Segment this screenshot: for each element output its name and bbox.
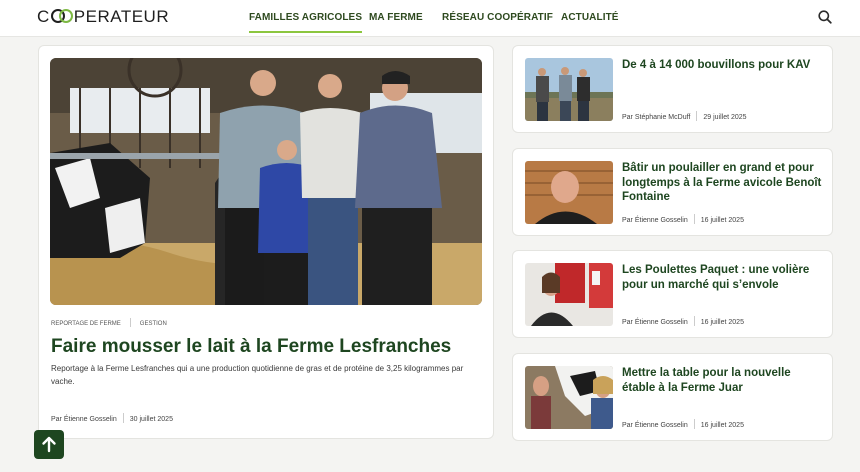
logo-rings-icon	[50, 9, 73, 23]
article-date: 16 juillet 2025	[700, 422, 744, 429]
article-author: Par Étienne Gosselin	[51, 416, 117, 423]
article-card[interactable]: Mettre la table pour la nouvelle étable …	[512, 353, 833, 441]
article-date: 29 juillet 2025	[703, 114, 747, 121]
site-logo[interactable]: C PERATEUR	[37, 7, 169, 27]
featured-article-title[interactable]: Faire mousser le lait à la Ferme Lesfran…	[51, 336, 451, 358]
article-meta: Par Étienne Gosselin 16 juillet 2025	[622, 214, 744, 224]
top-navigation-bar: C PERATEUR FAMILLES AGRICOLES MA FERME RÉ…	[0, 0, 860, 37]
article-meta: Par Étienne Gosselin 16 juillet 2025	[622, 419, 744, 429]
article-author: Par Étienne Gosselin	[622, 422, 688, 429]
article-author: Par Stéphanie McDuff	[622, 114, 691, 121]
article-date: 16 juillet 2025	[700, 319, 744, 326]
tag-gestion[interactable]: GESTION	[140, 321, 167, 327]
search-button[interactable]	[817, 9, 833, 25]
article-card[interactable]: De 4 à 14 000 bouvillons pour KAV Par St…	[512, 45, 833, 133]
logo-text-end: PERATEUR	[73, 7, 170, 26]
article-date: 30 juillet 2025	[129, 416, 173, 423]
featured-article-description: Reportage à la Ferme Lesfranches qui a u…	[51, 364, 464, 386]
scroll-to-top-button[interactable]	[34, 430, 64, 459]
featured-article-card[interactable]: REPORTAGE DE FERME GESTION Faire mousser …	[38, 45, 494, 439]
nav-familles-agricoles[interactable]: FAMILLES AGRICOLES	[249, 12, 363, 33]
article-thumbnail[interactable]	[525, 58, 613, 121]
article-thumbnail[interactable]	[525, 161, 613, 224]
search-icon	[818, 10, 832, 24]
tag-reportage-de-ferme[interactable]: REPORTAGE DE FERME	[51, 321, 121, 327]
article-meta: Par Stéphanie McDuff 29 juillet 2025	[622, 111, 747, 121]
featured-article-tags: REPORTAGE DE FERME GESTION	[51, 318, 167, 327]
article-title[interactable]: De 4 à 14 000 bouvillons pour KAV	[622, 58, 822, 73]
featured-article-meta: Par Étienne Gosselin 30 juillet 2025	[51, 413, 173, 423]
article-thumbnail[interactable]	[525, 263, 613, 326]
nav-ma-ferme[interactable]: MA FERME	[369, 12, 423, 23]
arrow-up-icon	[42, 436, 56, 453]
article-author: Par Étienne Gosselin	[622, 217, 688, 224]
article-title[interactable]: Les Poulettes Paquet : une volière pour …	[622, 263, 822, 292]
article-card[interactable]: Bâtir un poulailler en grand et pour lon…	[512, 148, 833, 236]
article-card[interactable]: Les Poulettes Paquet : une volière pour …	[512, 250, 833, 338]
nav-reseau-cooperatif[interactable]: RÉSEAU COOPÉRATIF	[442, 12, 553, 23]
featured-article-image[interactable]	[50, 58, 482, 305]
article-title[interactable]: Mettre la table pour la nouvelle étable …	[622, 366, 822, 395]
article-title[interactable]: Bâtir un poulailler en grand et pour lon…	[622, 161, 822, 205]
article-thumbnail[interactable]	[525, 366, 613, 429]
article-author: Par Étienne Gosselin	[622, 319, 688, 326]
nav-actualite[interactable]: ACTUALITÉ	[561, 12, 619, 23]
logo-text-start: C	[37, 7, 50, 26]
article-date: 16 juillet 2025	[700, 217, 744, 224]
article-meta: Par Étienne Gosselin 16 juillet 2025	[622, 316, 744, 326]
